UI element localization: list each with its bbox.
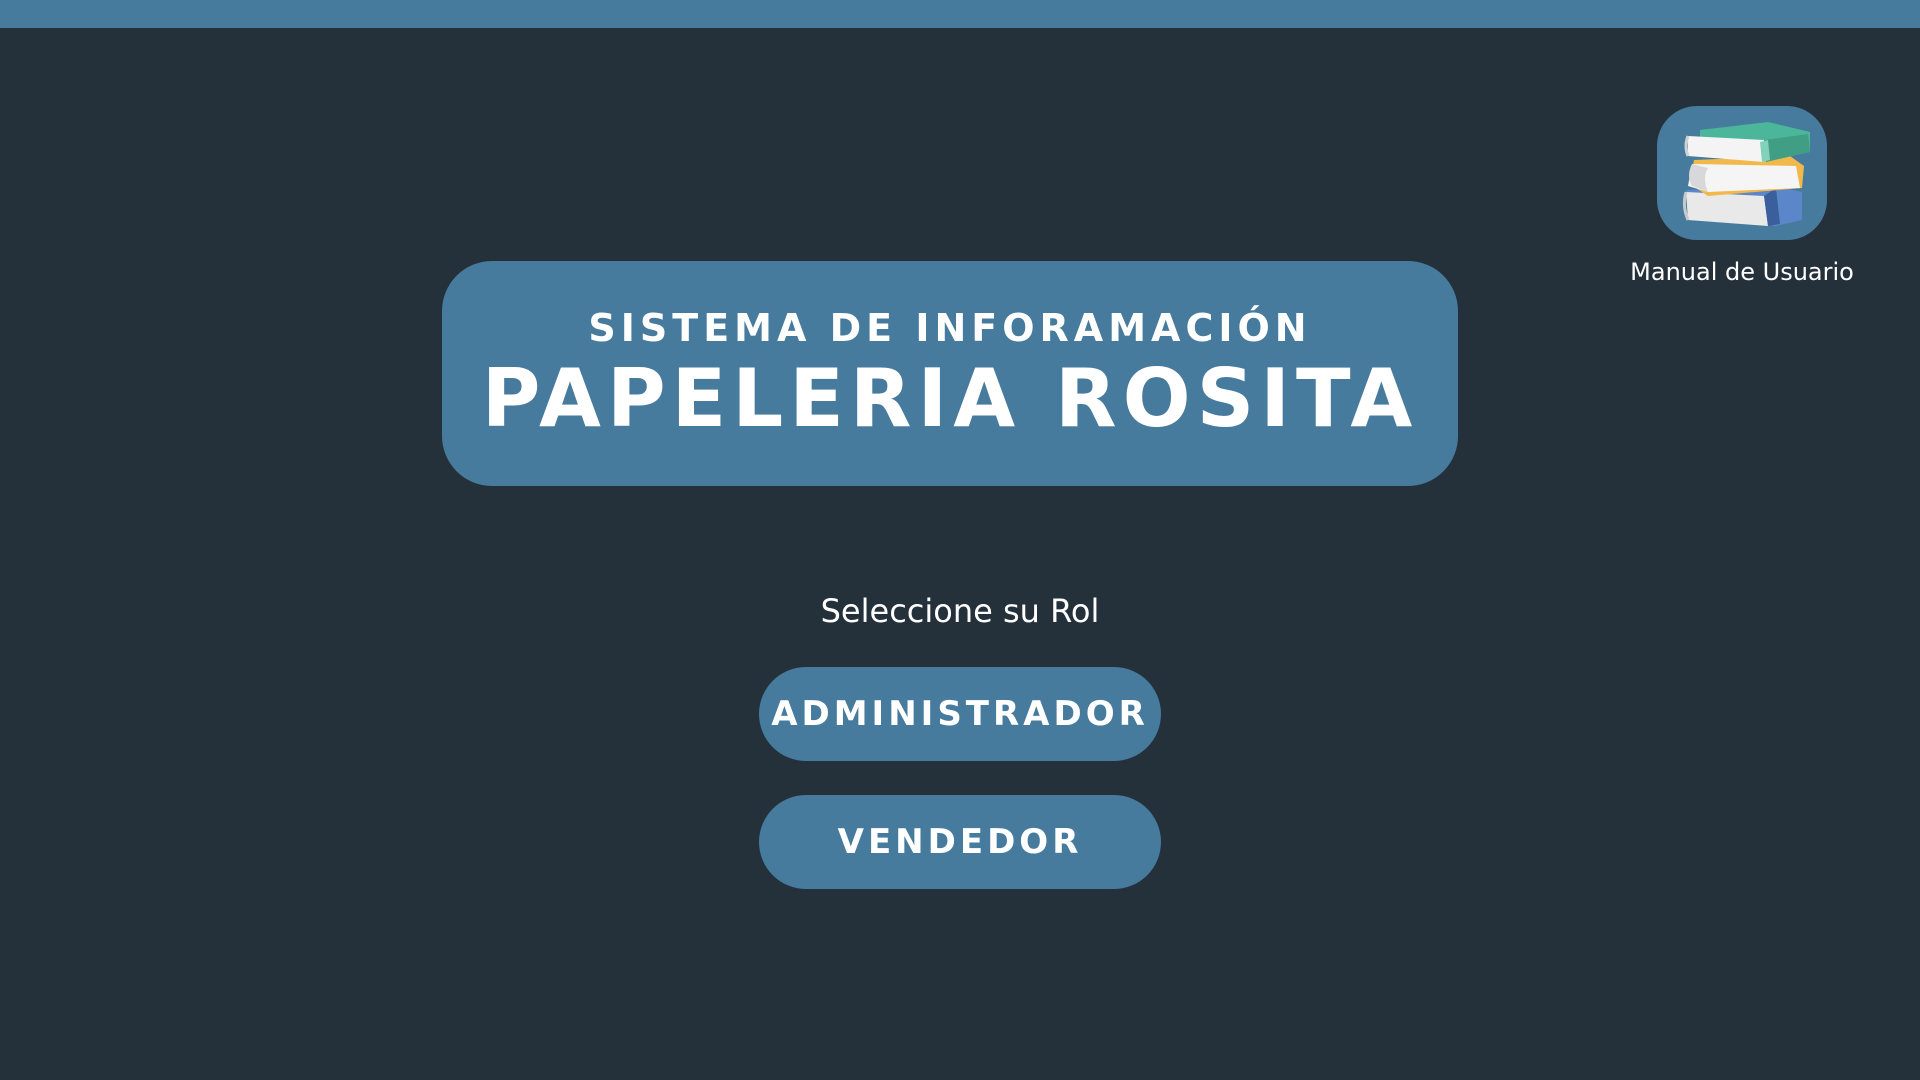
title-card: SISTEMA DE INFORAMACIÓN PAPELERIA ROSITA xyxy=(442,261,1458,486)
user-manual-link[interactable]: Manual de Usuario xyxy=(1622,106,1862,286)
role-selection-screen: Manual de Usuario SISTEMA DE INFORAMACIÓ… xyxy=(0,0,1920,1080)
seller-role-button[interactable]: VENDEDOR xyxy=(759,795,1161,889)
system-subtitle: SISTEMA DE INFORAMACIÓN xyxy=(588,306,1312,350)
administrator-role-button[interactable]: ADMINISTRADOR xyxy=(759,667,1161,761)
top-accent-bar xyxy=(0,0,1920,28)
books-stack-icon[interactable] xyxy=(1657,106,1827,240)
role-prompt: Seleccione su Rol xyxy=(820,592,1100,630)
app-title: PAPELERIA ROSITA xyxy=(481,352,1419,445)
user-manual-label[interactable]: Manual de Usuario xyxy=(1630,258,1854,286)
